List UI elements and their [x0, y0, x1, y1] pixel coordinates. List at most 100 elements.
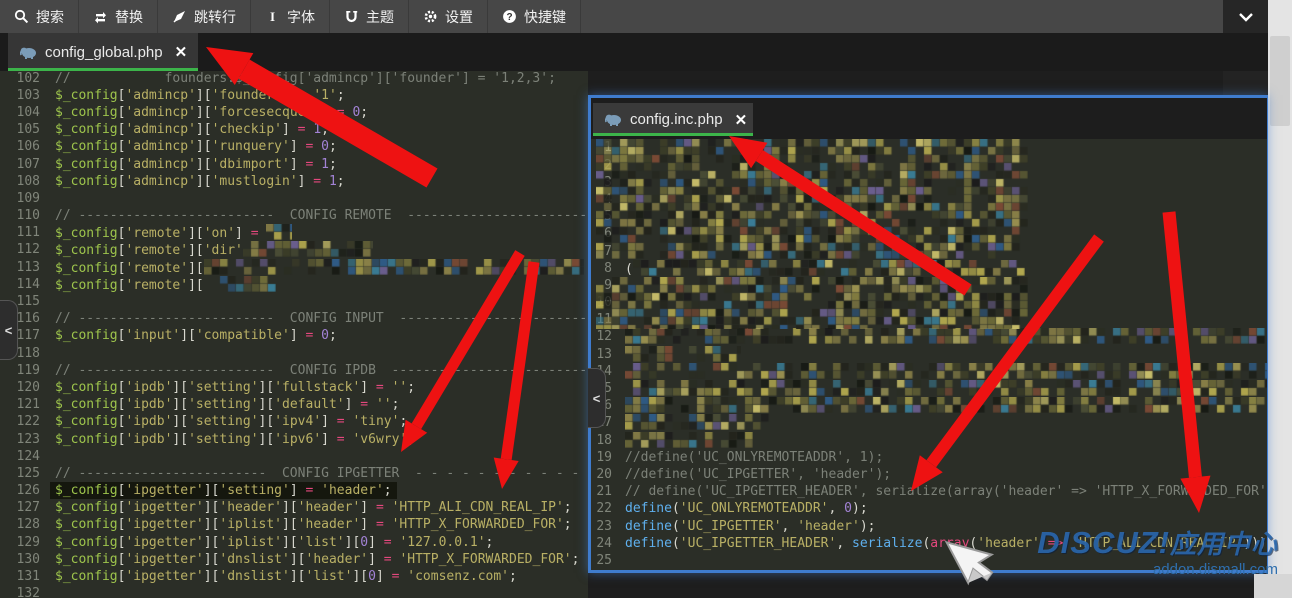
line-number: 19	[591, 449, 612, 466]
line-number: 21	[591, 483, 612, 500]
code-line: 124	[0, 448, 588, 465]
line-number: 13	[591, 346, 612, 363]
line-number: 24	[591, 535, 612, 552]
line-number: 105	[0, 121, 40, 138]
toolbar-button-label: 快捷键	[524, 7, 566, 27]
line-number: 124	[0, 448, 40, 465]
search-icon	[14, 9, 29, 24]
toolbar-collapse-button[interactable]	[1223, 0, 1268, 33]
code-line: 130$_config['ipgetter']['dnslist']['head…	[0, 551, 588, 568]
goto-icon	[172, 9, 187, 24]
code-line: 104$_config['admincp']['forcesecques'] =…	[0, 104, 588, 121]
line-number: 104	[0, 104, 40, 121]
code-line: 15	[591, 380, 1267, 397]
toolbar-button-label: 搜索	[36, 7, 64, 27]
toolbar-button-settings[interactable]: 设置	[409, 0, 488, 33]
line-number: 103	[0, 87, 40, 104]
replace-icon	[93, 9, 108, 24]
toolbar-button-label: 替换	[115, 7, 143, 27]
line-number: 22	[591, 500, 612, 517]
vertical-scrollbar[interactable]	[1268, 0, 1292, 598]
code-line: 22define('UC_ONLYREMOTEADDR', 0);	[591, 500, 1267, 517]
line-number: 12	[591, 328, 612, 345]
code-line: 112$_config['remote']['dir'	[0, 241, 588, 258]
toolbar-button-replace[interactable]: 替换	[79, 0, 158, 33]
toolbar-button-shortcuts[interactable]: ? 快捷键	[488, 0, 581, 33]
code-line: 23define('UC_IPGETTER', 'header');	[591, 518, 1267, 535]
line-number: 130	[0, 551, 40, 568]
scrollbar-thumb[interactable]	[1270, 36, 1290, 126]
line-number: 126	[0, 482, 40, 499]
tab-bar: config_global.php ✕	[0, 33, 1268, 71]
line-number: 111	[0, 224, 40, 241]
code-line: 116// ------------------------- CONFIG I…	[0, 310, 588, 327]
code-line: 108$_config['admincp']['mustlogin'] = 1;	[0, 173, 588, 190]
code-line: 129$_config['ipgetter']['iplist']['list'…	[0, 534, 588, 551]
code-line: 12	[591, 328, 1267, 345]
tab-config-global-php[interactable]: config_global.php ✕	[8, 33, 198, 71]
tab-title: config.inc.php	[630, 111, 723, 128]
overlay-drawer-handle[interactable]: <	[588, 368, 606, 428]
line-number: 120	[0, 379, 40, 396]
left-drawer-handle[interactable]: <	[0, 300, 18, 360]
line-number: 108	[0, 173, 40, 190]
scrollbar-corner	[1254, 574, 1292, 598]
code-line: 115	[0, 293, 588, 310]
settings-icon	[423, 9, 438, 24]
line-number: 114	[0, 276, 40, 293]
code-line: 105$_config['admincp']['checkip'] = 1;	[0, 121, 588, 138]
editor-config-global[interactable]: 102// founders:$_config['admincp']['foun…	[0, 70, 588, 598]
toolbar-button-font[interactable]: I字体	[251, 0, 330, 33]
line-number: 23	[591, 518, 612, 535]
code-line: 18	[591, 432, 1267, 449]
line-number: 129	[0, 534, 40, 551]
tab-config-inc-php[interactable]: config.inc.php ✕	[593, 103, 753, 136]
app-window: 搜索 替换跳转行I字体 主题 设置? 快捷键 config_global.php ✕ 1…	[0, 0, 1292, 598]
toolbar-button-label: 主题	[366, 7, 394, 27]
overlay-tab-bar: config.inc.php ✕	[591, 98, 1267, 139]
line-number: 127	[0, 499, 40, 516]
line-number: 131	[0, 568, 40, 585]
shortcuts-icon: ?	[502, 9, 517, 24]
theme-icon	[344, 9, 359, 24]
line-number: 8	[591, 260, 612, 277]
tab-title: config_global.php	[45, 44, 163, 61]
code-line: 120$_config['ipdb']['setting']['fullstac…	[0, 379, 588, 396]
code-line: 132	[0, 585, 588, 598]
code-line: 121$_config['ipdb']['setting']['default'…	[0, 396, 588, 413]
code-line: 24define('UC_IPGETTER_HEADER', serialize…	[591, 535, 1267, 552]
code-line: 109	[0, 190, 588, 207]
tab-close-icon[interactable]: ✕	[175, 43, 188, 61]
code-line: 14	[591, 363, 1267, 380]
line-number: 125	[0, 465, 40, 482]
code-line: 128$_config['ipgetter']['iplist']['heade…	[0, 516, 588, 533]
toolbar-button-goto[interactable]: 跳转行	[158, 0, 251, 33]
overlay-window-config-inc: config.inc.php ✕ 12345678(91011121314151…	[588, 95, 1268, 573]
line-number: 110	[0, 207, 40, 224]
line-number: 112	[0, 241, 40, 258]
php-file-icon	[605, 113, 622, 126]
svg-text:I: I	[270, 9, 275, 24]
chevron-down-icon	[1238, 12, 1254, 22]
code-line: 102// founders:$_config['admincp']['foun…	[0, 70, 588, 87]
line-number: 132	[0, 585, 40, 598]
line-number: 25	[591, 552, 612, 569]
toolbar-button-search[interactable]: 搜索	[0, 0, 79, 33]
code-line: 123$_config['ipdb']['setting']['ipv6'] =…	[0, 431, 588, 448]
code-line: 103$_config['admincp']['founder'] = '1';	[0, 87, 588, 104]
code-line: 17	[591, 414, 1267, 431]
active-tab-underline	[593, 133, 753, 136]
code-line: 119// ------------------------- CONFIG I…	[0, 362, 588, 379]
code-line: 16	[591, 397, 1267, 414]
toolbar-button-label: 设置	[445, 7, 473, 27]
code-line: 131$_config['ipgetter']['dnslist']['list…	[0, 568, 588, 585]
code-line: 20//define('UC_IPGETTER', 'header');	[591, 466, 1267, 483]
tab-close-icon[interactable]: ✕	[735, 111, 748, 129]
toolbar: 搜索 替换跳转行I字体 主题 设置? 快捷键	[0, 0, 1223, 33]
line-number: 128	[0, 516, 40, 533]
toolbar-button-theme[interactable]: 主题	[330, 0, 409, 33]
line-number: 113	[0, 259, 40, 276]
code-line: 117$_config['input']['compatible'] = 0;	[0, 327, 588, 344]
censored-block	[596, 277, 1028, 329]
line-number: 107	[0, 156, 40, 173]
